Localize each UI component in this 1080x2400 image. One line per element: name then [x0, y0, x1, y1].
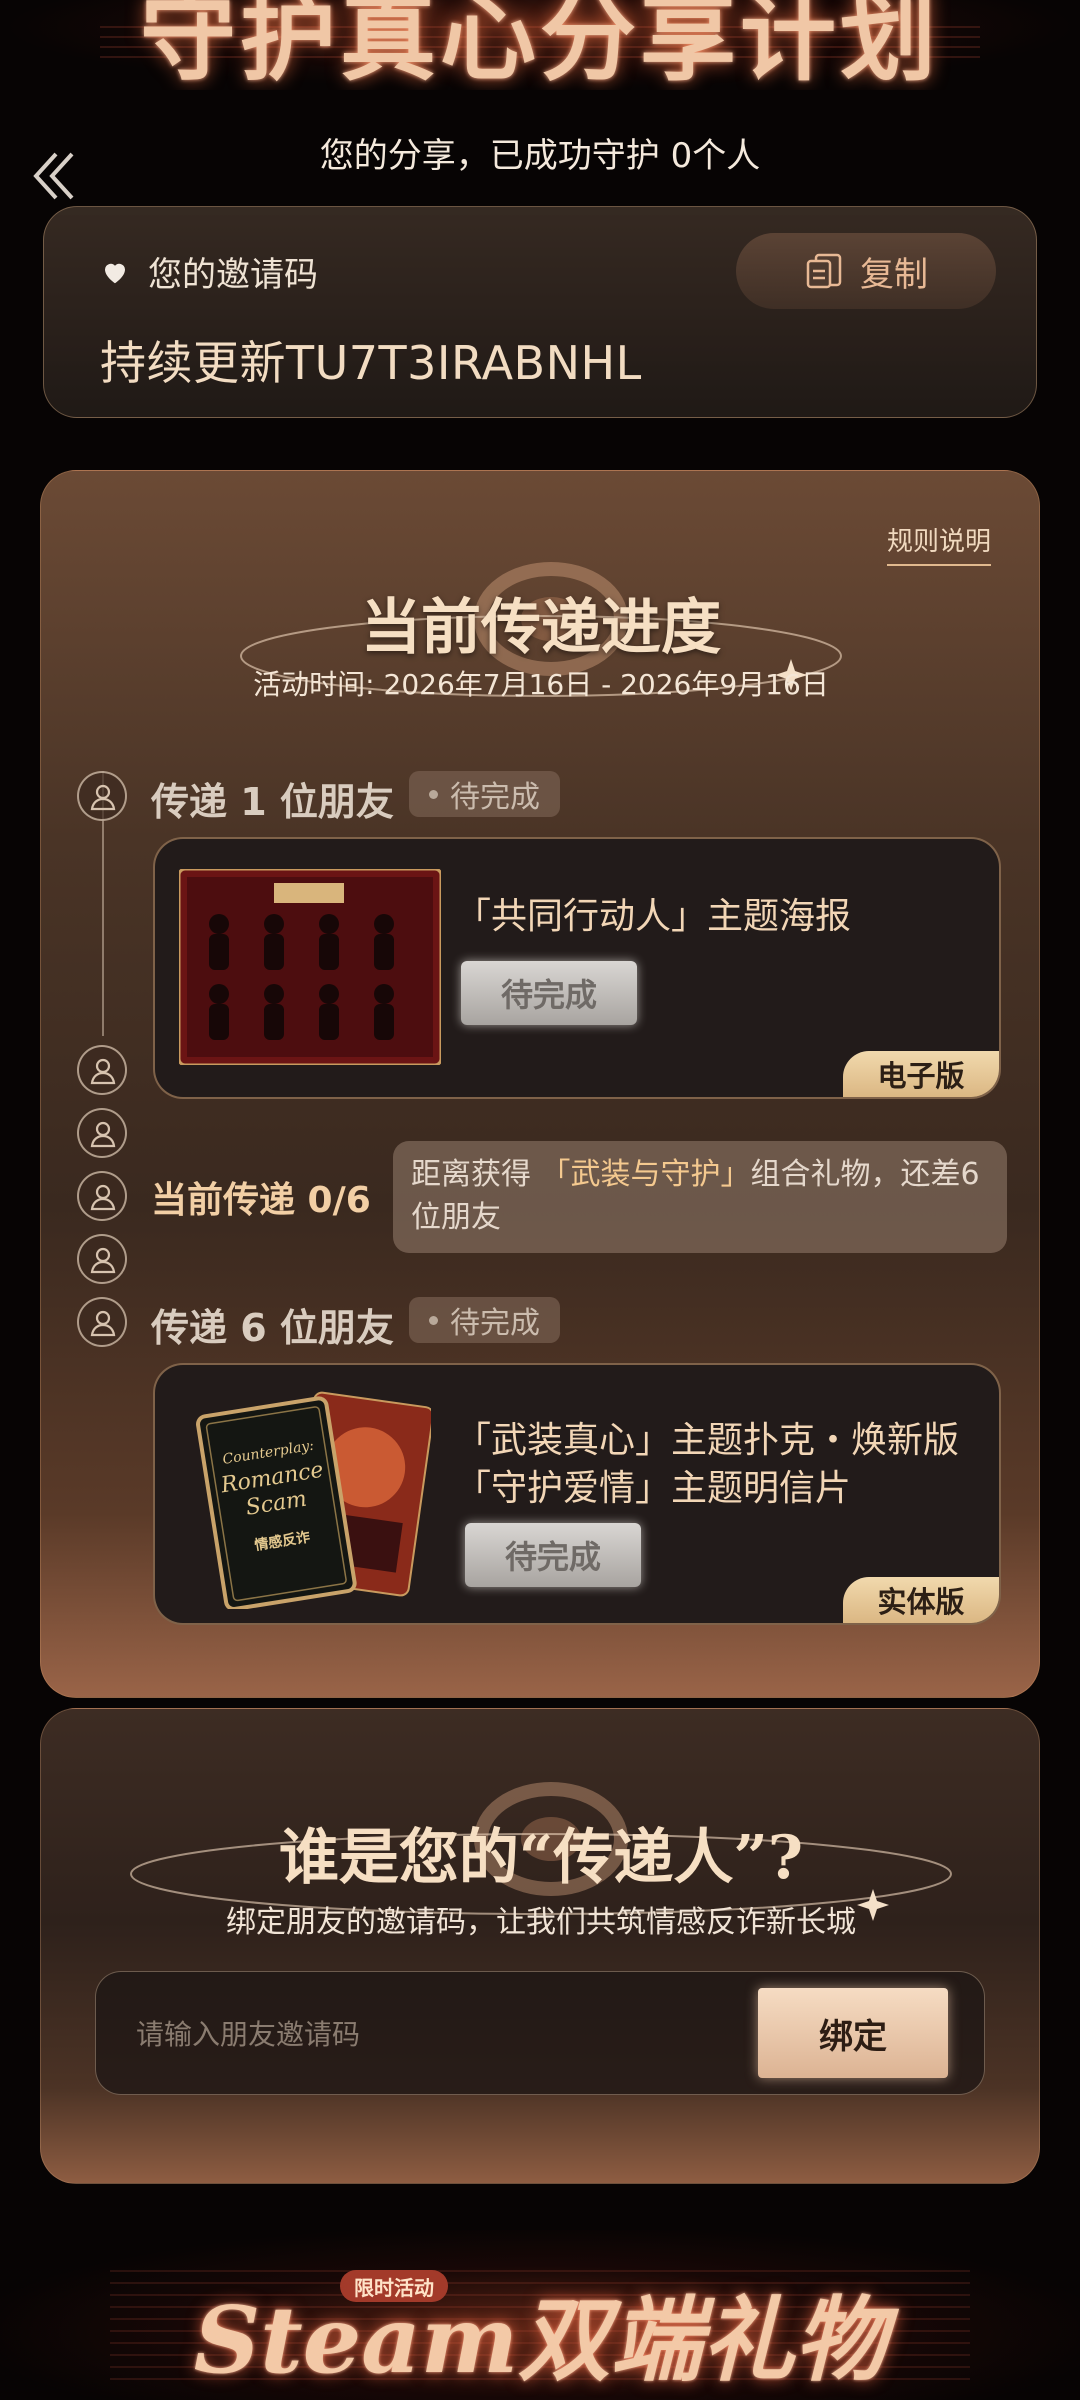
timeline-node — [77, 1108, 127, 1158]
steam-gift-banner[interactable]: Steam双端礼物 限时活动 — [0, 2230, 1080, 2400]
timeline-node — [77, 1045, 127, 1095]
reward-card-poker[interactable]: Counterplay: Romance Scam 情感反诈 「武装真心」主题扑… — [153, 1363, 1001, 1625]
progress-card: 规则说明 当前传递进度 活动时间: 2026年7月16日 - 2026年9月16… — [40, 470, 1040, 1698]
timeline-node — [77, 771, 127, 821]
reward-title: 「守护爱情」主题明信片 — [455, 1468, 852, 1509]
reward-title: 「共同行动人」主题海报 — [455, 896, 852, 937]
step-2-label: 传递 6 位朋友 — [151, 1306, 394, 1350]
invite-code-card: 您的邀请码 复制 持续更新TU7T3IRABNHL — [43, 206, 1037, 418]
poker-card-image: Counterplay: Romance Scam 情感反诈 — [196, 1391, 431, 1609]
invite-label: 您的邀请码 — [148, 255, 318, 295]
edition-tag: 电子版 — [843, 1051, 999, 1097]
limited-tag: 限时活动 — [340, 2270, 448, 2302]
top-banner: 守护真心分享计划 — [0, 0, 1080, 90]
user-icon — [90, 1184, 116, 1211]
timeline-node — [77, 1171, 127, 1221]
bind-form: 绑定 — [95, 1971, 985, 2095]
copy-icon — [806, 253, 842, 289]
reward-status-button[interactable]: 待完成 — [461, 961, 637, 1025]
tip-highlight: 「武装与守护」 — [540, 1157, 751, 1192]
current-progress-tip: 距离获得 「武装与守护」组合礼物，还差6位朋友 — [393, 1141, 1007, 1253]
banner-title: 守护真心分享计划 — [140, 0, 940, 90]
rules-link[interactable]: 规则说明 — [886, 521, 991, 566]
progress-title: 当前传递进度 — [361, 593, 721, 663]
reward-card-poster[interactable]: 「共同行动人」主题海报 待完成 电子版 — [153, 837, 1001, 1099]
step-1-status: 待完成 — [450, 780, 540, 815]
user-icon — [90, 1058, 116, 1085]
invite-code: 持续更新TU7T3IRABNHL — [100, 336, 642, 390]
poster-image — [179, 869, 441, 1065]
step-2-status: 待完成 — [450, 1306, 540, 1341]
copy-label: 复制 — [860, 254, 928, 295]
tip-prefix: 距离获得 — [411, 1157, 541, 1192]
invite-label-row: 您的邀请码 — [100, 247, 318, 296]
timeline-node — [77, 1234, 127, 1284]
copy-button[interactable]: 复制 — [736, 233, 996, 309]
status-dot — [429, 789, 438, 799]
user-icon — [90, 1121, 116, 1148]
binder-title: 谁是您的“传递人”? — [278, 1823, 804, 1893]
binder-subtitle: 绑定朋友的邀请码，让我们共筑情感反诈新长城 — [226, 1905, 856, 1940]
activity-time: 活动时间: 2026年7月16日 - 2026年9月16日 — [253, 668, 829, 701]
reward-status-button[interactable]: 待完成 — [465, 1523, 641, 1587]
friend-code-input[interactable] — [134, 2000, 698, 2068]
heart-icon — [105, 263, 125, 283]
edition-tag: 实体版 — [843, 1577, 999, 1623]
status-dot — [429, 1315, 438, 1325]
reward-title: 「武装真心」主题扑克・焕新版 — [455, 1420, 960, 1461]
step-1-status-badge: 待完成 — [409, 771, 560, 817]
user-icon — [90, 1310, 116, 1337]
user-icon — [90, 1247, 116, 1274]
bind-button[interactable]: 绑定 — [758, 1988, 948, 2078]
binder-card: 谁是您的“传递人”? 绑定朋友的邀请码，让我们共筑情感反诈新长城 绑定 — [40, 1708, 1040, 2184]
timeline-node — [77, 1297, 127, 1347]
step-2-status-badge: 待完成 — [409, 1297, 560, 1343]
user-icon — [90, 784, 116, 811]
step-1-label: 传递 1 位朋友 — [151, 780, 394, 824]
steam-gift-title: Steam双端礼物 — [193, 2286, 887, 2394]
current-progress-label: 当前传递 0/6 — [151, 1180, 371, 1221]
share-summary: 您的分享，已成功守护 0个人 — [319, 136, 761, 176]
